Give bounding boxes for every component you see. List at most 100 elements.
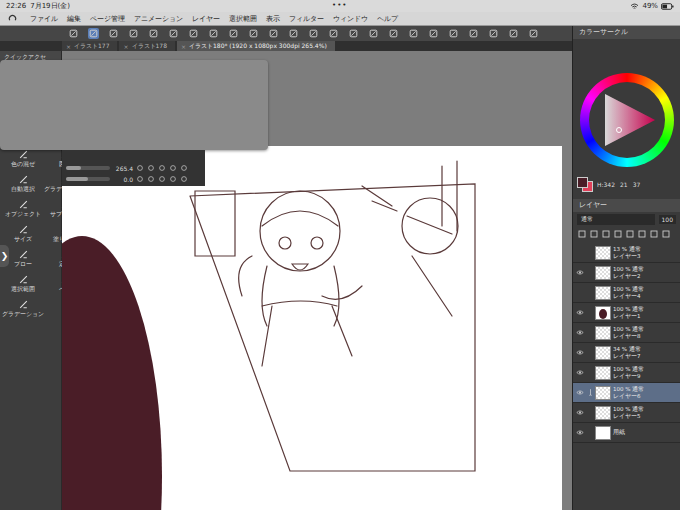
layer-row[interactable]: 100 % 通常レイヤー9 <box>573 363 680 383</box>
toolbar-tool-icon[interactable] <box>248 28 259 39</box>
layer-row[interactable]: 100 % 通常レイヤー8 <box>573 323 680 343</box>
property-icon[interactable] <box>158 164 166 172</box>
close-icon[interactable]: × <box>181 43 186 50</box>
menu-item[interactable]: 選択範囲 <box>229 14 257 24</box>
layer-row[interactable]: 13 % 通常レイヤー3 <box>573 243 680 263</box>
toolbar-tool-icon[interactable] <box>88 28 99 39</box>
screen: 22:267月19日(金)•••49%ファイル編集ページ管理アニメーションレイヤ… <box>0 0 680 510</box>
canvas[interactable] <box>62 146 562 510</box>
tool-button[interactable]: 自動選択 <box>2 174 44 195</box>
layer-action-icon[interactable] <box>637 229 647 239</box>
blend-mode-dropdown[interactable]: 通常 <box>577 214 655 225</box>
menu-item[interactable]: 表示 <box>266 14 280 24</box>
color-wheel[interactable] <box>580 73 674 167</box>
tool-button[interactable]: サイズ <box>2 224 44 245</box>
property-icon[interactable] <box>147 175 155 183</box>
tool-button[interactable]: グラデーション <box>2 299 44 320</box>
layer-action-icon[interactable] <box>589 229 599 239</box>
eye-icon[interactable] <box>576 370 584 375</box>
toolbar-tool-icon[interactable] <box>128 28 139 39</box>
toolbar-tool-icon[interactable] <box>188 28 199 39</box>
layer-action-icon[interactable] <box>601 229 611 239</box>
menu-item[interactable]: ヘルプ <box>377 14 398 24</box>
color-swatch[interactable] <box>577 177 588 188</box>
slider-track[interactable] <box>66 166 110 170</box>
toolbar <box>0 26 572 41</box>
layer-action-icon[interactable] <box>649 229 659 239</box>
toolbar-tool-icon[interactable] <box>328 28 339 39</box>
toolbar-tool-icon[interactable] <box>488 28 499 39</box>
toolbar-tool-icon[interactable] <box>508 28 519 39</box>
eye-icon[interactable] <box>576 270 584 275</box>
toolbar-tool-icon[interactable] <box>308 28 319 39</box>
toolbar-tool-icon[interactable] <box>288 28 299 39</box>
property-slider-row[interactable]: 265.4 <box>66 164 201 172</box>
tool-icon <box>18 224 29 235</box>
layer-row[interactable]: 100 % 通常レイヤー2 <box>573 263 680 283</box>
opacity-field[interactable]: 100 <box>659 215 676 224</box>
property-icon[interactable] <box>158 175 166 183</box>
eye-icon[interactable] <box>576 330 584 335</box>
document-tab[interactable]: ×イラスト177 <box>62 41 117 51</box>
menu-item[interactable]: レイヤー <box>192 14 220 24</box>
close-icon[interactable]: × <box>66 43 71 50</box>
toolbar-tool-icon[interactable] <box>528 28 539 39</box>
toolbar-tool-icon[interactable] <box>428 28 439 39</box>
panel-expander[interactable]: ❯ <box>0 245 9 267</box>
toolbar-tool-icon[interactable] <box>148 28 159 39</box>
layer-row[interactable]: 100 % 通常レイヤー1 <box>573 303 680 323</box>
eye-icon[interactable] <box>576 390 584 395</box>
tool-button[interactable]: 選択範囲 <box>2 274 44 295</box>
layer-panel: レイヤー通常10013 % 通常レイヤー3100 % 通常レイヤー2100 % … <box>573 199 680 510</box>
toolbar-tool-icon[interactable] <box>208 28 219 39</box>
toolbar-tool-icon[interactable] <box>348 28 359 39</box>
menu-item[interactable]: 編集 <box>67 14 81 24</box>
color-triangle[interactable] <box>597 90 657 150</box>
eye-icon[interactable] <box>576 350 584 355</box>
layer-action-icon[interactable] <box>625 229 635 239</box>
toolbar-tool-icon[interactable] <box>368 28 379 39</box>
eye-icon[interactable] <box>576 430 584 435</box>
property-icon[interactable] <box>136 175 144 183</box>
property-icon[interactable] <box>169 164 177 172</box>
menu-item[interactable]: ウィンドウ <box>333 14 368 24</box>
document-tab[interactable]: ×イラスト178 <box>119 41 174 51</box>
document-tab[interactable]: ×イラスト180* (1920 x 1080px 300dpi 265.4%) <box>177 41 335 51</box>
property-icon[interactable] <box>169 175 177 183</box>
toolbar-tool-icon[interactable] <box>228 28 239 39</box>
property-icon[interactable] <box>180 175 188 183</box>
menu-item[interactable]: ページ管理 <box>90 14 125 24</box>
layer-action-icon[interactable] <box>577 229 587 239</box>
menu-item[interactable]: アニメーション <box>134 14 183 24</box>
slider-track[interactable] <box>66 177 110 181</box>
toolbar-tool-icon[interactable] <box>108 28 119 39</box>
layer-row[interactable]: 100 % 通常レイヤー5 <box>573 403 680 423</box>
toolbar-tool-icon[interactable] <box>168 28 179 39</box>
toolbar-tool-icon[interactable] <box>388 28 399 39</box>
toolbar-tool-icon[interactable] <box>268 28 279 39</box>
eye-icon[interactable] <box>576 410 584 415</box>
layer-row[interactable]: 34 % 通常レイヤー7 <box>573 343 680 363</box>
tool-button[interactable]: 色の混ぜ <box>2 149 44 170</box>
color-reading: H:342 <box>597 181 615 188</box>
toolbar-tool-icon[interactable] <box>468 28 479 39</box>
toolbar-tool-icon[interactable] <box>448 28 459 39</box>
toolbar-tool-icon[interactable] <box>68 28 79 39</box>
property-icon[interactable] <box>147 164 155 172</box>
layer-action-icon[interactable] <box>613 229 623 239</box>
toolbar-tool-icon[interactable] <box>408 28 419 39</box>
eye-icon[interactable] <box>576 310 584 315</box>
tool-button[interactable]: オブジェクト <box>2 199 44 220</box>
app-logo-icon[interactable] <box>8 14 17 23</box>
tool-icon <box>18 299 29 310</box>
menu-item[interactable]: フィルター <box>289 14 324 24</box>
property-icon[interactable] <box>136 164 144 172</box>
layer-row[interactable]: 100 % 通常レイヤー4 <box>573 283 680 303</box>
property-icon[interactable] <box>180 164 188 172</box>
property-slider-row[interactable]: 0.0 <box>66 175 201 183</box>
close-icon[interactable]: × <box>123 43 128 50</box>
layer-row[interactable]: 用紙 <box>573 423 680 443</box>
layer-action-icon[interactable] <box>661 229 671 239</box>
layer-row[interactable]: 100 % 通常レイヤー6 <box>573 383 680 403</box>
menu-item[interactable]: ファイル <box>30 14 58 24</box>
